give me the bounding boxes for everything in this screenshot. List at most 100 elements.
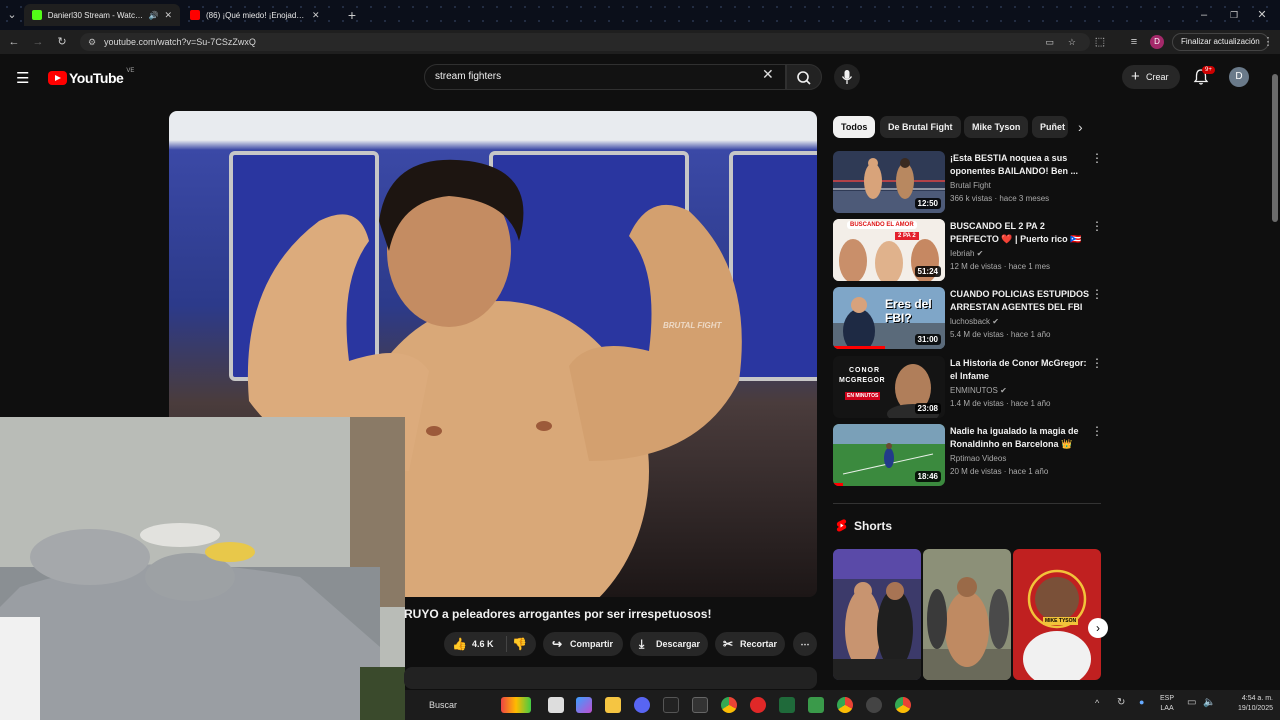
download-button[interactable]: ⤓ Descargar: [630, 632, 708, 656]
discord-icon[interactable]: [634, 697, 650, 713]
scrollbar-thumb[interactable]: [1272, 74, 1278, 222]
short-item[interactable]: [833, 549, 921, 680]
more-vertical-icon[interactable]: ⋮: [1091, 424, 1103, 438]
app-icon[interactable]: [692, 697, 708, 713]
sync-icon[interactable]: ↻: [1117, 697, 1125, 708]
download-label: Descargar: [656, 639, 701, 649]
video-title[interactable]: Nadie ha igualado la magia de Ronaldinho…: [950, 425, 1090, 451]
search-button[interactable]: [786, 64, 822, 90]
tab-danierl30-stream[interactable]: Danierl30 Stream - Watch L 🔊 ✕: [24, 4, 180, 26]
thumbs-up-icon[interactable]: 👍: [452, 632, 467, 656]
thumbnail-caption: MIKE TYSON: [1043, 617, 1079, 625]
app-icon[interactable]: [779, 697, 795, 713]
more-vertical-icon[interactable]: ⋮: [1091, 219, 1103, 233]
microphone-icon: [841, 70, 853, 84]
profile-avatar[interactable]: D: [1150, 35, 1164, 49]
bookmark-star-icon[interactable]: ☆: [1068, 33, 1076, 51]
site-info-icon[interactable]: ⚙: [88, 33, 96, 51]
close-window-button[interactable]: ✕: [1254, 7, 1270, 23]
back-button[interactable]: ←: [6, 34, 22, 50]
chrome-icon[interactable]: [895, 697, 911, 713]
taskbar-search[interactable]: Buscar: [405, 695, 495, 715]
address-bar[interactable]: ⚙ youtube.com/watch?v=Su-7CSzZwxQ ▭ ☆: [80, 33, 1090, 51]
more-actions-button[interactable]: ⋯: [793, 632, 817, 656]
like-count[interactable]: 4.6 K: [472, 632, 494, 656]
chrome-icon[interactable]: [721, 697, 737, 713]
finish-update-button[interactable]: Finalizar actualización: [1172, 33, 1269, 51]
more-vertical-icon[interactable]: ⋮: [1091, 151, 1103, 165]
thumbs-down-icon[interactable]: 👎: [512, 632, 527, 656]
chip-brutal-fight[interactable]: De Brutal Fight: [880, 116, 961, 138]
chip-all[interactable]: Todos: [833, 116, 876, 138]
app-icon[interactable]: [866, 697, 882, 713]
recommendation-item[interactable]: BUSCANDO EL AMOR 2 PA 2 51:24 BUSCANDO E…: [833, 219, 1103, 281]
more-vertical-icon[interactable]: ⋮: [1091, 287, 1103, 301]
page-scrollbar[interactable]: [1270, 62, 1280, 686]
video-thumbnail[interactable]: 12:50: [833, 151, 945, 213]
display-icon[interactable]: ▭: [1187, 697, 1196, 708]
chevron-right-icon[interactable]: ›: [1078, 119, 1083, 135]
create-button[interactable]: + Crear: [1122, 65, 1180, 89]
video-thumbnail[interactable]: Eres del FBI? 31:00: [833, 287, 945, 349]
restore-button[interactable]: ❐: [1226, 7, 1242, 23]
shorts-next-button[interactable]: ›: [1088, 618, 1108, 638]
divider: [506, 636, 507, 652]
video-thumbnail[interactable]: BUSCANDO EL AMOR 2 PA 2 51:24: [833, 219, 945, 281]
share-button[interactable]: ↪ Compartir: [543, 632, 623, 656]
language-indicator[interactable]: ESP LAA: [1160, 694, 1174, 714]
file-explorer-icon[interactable]: [605, 697, 621, 713]
chevron-up-icon[interactable]: ^: [1095, 698, 1099, 708]
clear-search-icon[interactable]: ✕: [762, 66, 774, 83]
video-thumbnail[interactable]: CONOR MCGREGOR EN MINUTOS 23:08: [833, 356, 945, 418]
chip-punet[interactable]: Puñet: [1032, 116, 1068, 138]
recommendation-item[interactable]: 18:46 Nadie ha igualado la magia de Rona…: [833, 424, 1103, 486]
microphone-icon[interactable]: ●: [1139, 697, 1144, 707]
video-title[interactable]: ¡Esta BESTIA noquea a sus oponentes BAIL…: [950, 152, 1090, 178]
tab-search-icon[interactable]: ⌄: [4, 7, 20, 23]
app-icon[interactable]: [808, 697, 824, 713]
clip-button[interactable]: ✂ Recortar: [715, 632, 785, 656]
close-icon[interactable]: ✕: [312, 10, 320, 21]
recommendation-item[interactable]: Eres del FBI? 31:00 CUANDO POLICIAS ESTU…: [833, 287, 1103, 349]
video-title[interactable]: CUANDO POLICIAS ESTUPIDOS ARRESTAN AGENT…: [950, 288, 1090, 314]
channel-name[interactable]: Rptimao Videos: [950, 454, 1006, 463]
channel-name[interactable]: ENMINUTOS ✔: [950, 386, 1007, 395]
app-icon[interactable]: [750, 697, 766, 713]
close-icon[interactable]: ✕: [164, 10, 172, 21]
reload-button[interactable]: ↻: [54, 34, 70, 50]
channel-name[interactable]: Brutal Fight: [950, 181, 991, 190]
audio-icon[interactable]: 🔊: [148, 11, 158, 20]
short-item[interactable]: MIKE TYSON: [1013, 549, 1101, 680]
more-vertical-icon[interactable]: ⋮: [1091, 356, 1103, 370]
obs-icon[interactable]: [663, 697, 679, 713]
media-control-icon[interactable]: ≡: [1126, 34, 1142, 50]
chip-mike-tyson[interactable]: Mike Tyson: [964, 116, 1029, 138]
description-box[interactable]: [404, 667, 817, 689]
channel-name[interactable]: Iebriah ✔: [950, 249, 983, 258]
search-input[interactable]: stream fighters: [424, 64, 786, 90]
recommendation-item[interactable]: 12:50 ¡Esta BESTIA noquea a sus oponente…: [833, 151, 1103, 213]
video-title[interactable]: La Historia de Conor McGregor: el Infame: [950, 357, 1090, 383]
short-item[interactable]: [923, 549, 1011, 680]
channel-name[interactable]: luchosback ✔: [950, 317, 999, 326]
taskbar-clock[interactable]: 4:54 a. m. 19/10/2025: [1225, 694, 1273, 714]
task-view-icon[interactable]: [548, 697, 564, 713]
hamburger-menu-icon[interactable]: ☰: [16, 69, 29, 87]
volume-icon[interactable]: 🔈: [1203, 697, 1215, 708]
cast-icon[interactable]: ▭: [1045, 33, 1054, 51]
minimize-button[interactable]: –: [1196, 7, 1212, 23]
copilot-icon[interactable]: [576, 697, 592, 713]
recommendation-item[interactable]: CONOR MCGREGOR EN MINUTOS 23:08 La Histo…: [833, 356, 1103, 418]
chrome-icon[interactable]: [837, 697, 853, 713]
tab-youtube-video[interactable]: (86) ¡Qué miedo! ¡Enojado Mik ✕: [182, 4, 338, 26]
account-avatar[interactable]: D: [1229, 67, 1249, 87]
voice-search-button[interactable]: [834, 64, 860, 90]
forward-button[interactable]: →: [30, 34, 46, 50]
fruit-app-icon[interactable]: [501, 697, 531, 713]
new-tab-button[interactable]: +: [344, 7, 360, 23]
video-thumbnail[interactable]: 18:46: [833, 424, 945, 486]
video-title[interactable]: BUSCANDO EL 2 PA 2 PERFECTO ❤️ | Puerto …: [950, 220, 1090, 246]
youtube-logo[interactable]: YouTube VE: [48, 68, 134, 86]
browser-menu-icon[interactable]: ⋮: [1260, 34, 1276, 50]
extensions-icon[interactable]: ⬚: [1092, 34, 1108, 50]
